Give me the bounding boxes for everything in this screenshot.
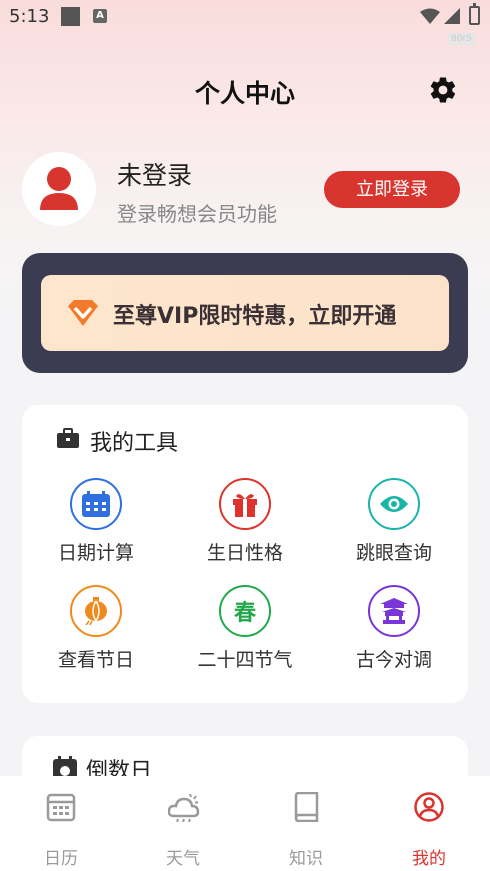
tool-solar-terms[interactable]: 春 二十四节气 xyxy=(180,585,310,675)
status-time: 5:13 xyxy=(9,6,50,27)
briefcase-icon xyxy=(57,428,79,448)
tool-circle: 春 xyxy=(219,585,271,637)
vip-banner[interactable]: 至尊VIP限时特惠，立即开通 xyxy=(41,275,449,351)
tool-circle xyxy=(368,585,420,637)
gear-icon[interactable] xyxy=(428,75,458,105)
spring-icon: 春 xyxy=(233,601,257,626)
gift-icon xyxy=(233,494,257,517)
status-badge: 80r5 xyxy=(448,33,475,45)
calendar-grid-icon xyxy=(46,793,76,822)
personal-center-page: 5:13 A 80r5 个人中心 未登录 登录畅想会员功能 立即登录 至尊VIP… xyxy=(0,0,490,871)
tool-circle xyxy=(219,478,271,530)
avatar[interactable] xyxy=(22,152,96,226)
nav-label: 知识 xyxy=(289,849,323,869)
nav-label: 天气 xyxy=(166,849,200,869)
notification-square-icon xyxy=(61,7,80,26)
login-button[interactable]: 立即登录 xyxy=(324,171,460,208)
signal-icon xyxy=(444,8,460,24)
vip-promo-text: 至尊VIP限时特惠，立即开通 xyxy=(113,304,397,329)
a-notification-icon: A xyxy=(93,9,107,23)
login-subtitle: 登录畅想会员功能 xyxy=(117,202,277,226)
nav-item-calendar[interactable]: 日历 xyxy=(11,792,111,869)
temple-icon xyxy=(380,598,408,624)
tool-circle xyxy=(70,585,122,637)
tool-label: 古今对调 xyxy=(355,649,432,671)
weather-icon xyxy=(168,793,200,822)
page-title: 个人中心 xyxy=(194,79,295,108)
tool-view-festivals[interactable]: 查看节日 xyxy=(31,585,161,675)
book-icon xyxy=(294,792,319,822)
status-bar: 5:13 A 80r5 xyxy=(0,0,490,45)
nav-label: 日历 xyxy=(44,849,78,869)
tool-date-calc[interactable]: 日期计算 xyxy=(31,478,161,568)
tool-label: 生日性格 xyxy=(206,542,283,564)
tool-label: 查看节日 xyxy=(57,649,134,671)
login-status: 未登录 xyxy=(117,161,193,190)
tool-birthday-personality[interactable]: 生日性格 xyxy=(180,478,310,568)
user-avatar-icon xyxy=(40,167,78,210)
wifi-icon xyxy=(420,8,440,24)
tools-title: 我的工具 xyxy=(90,431,179,456)
nav-label: 我的 xyxy=(412,849,446,869)
calendar-icon xyxy=(82,491,110,517)
eye-icon xyxy=(380,496,408,512)
vip-card: 至尊VIP限时特惠，立即开通 xyxy=(22,253,468,373)
tool-label: 跳眼查询 xyxy=(355,542,432,564)
lantern-icon xyxy=(85,597,107,625)
user-icon xyxy=(414,792,444,822)
nav-item-mine[interactable]: 我的 xyxy=(379,792,479,869)
battery-icon xyxy=(469,3,480,25)
nav-item-weather[interactable]: 天气 xyxy=(133,792,233,869)
tool-circle xyxy=(70,478,122,530)
vip-badge-icon xyxy=(68,300,98,326)
tool-label: 二十四节气 xyxy=(197,649,293,671)
tool-eye-twitch[interactable]: 跳眼查询 xyxy=(329,478,459,568)
bottom-nav: 日历 天气 知识 我的 xyxy=(0,776,490,871)
tool-ancient-modern[interactable]: 古今对调 xyxy=(329,585,459,675)
nav-item-knowledge[interactable]: 知识 xyxy=(256,792,356,869)
tools-card: 我的工具 日期计算 生日性格 跳眼查询 查看节日 春 二十四节气 古今对调 xyxy=(22,405,468,703)
tool-circle xyxy=(368,478,420,530)
tool-label: 日期计算 xyxy=(57,542,134,564)
